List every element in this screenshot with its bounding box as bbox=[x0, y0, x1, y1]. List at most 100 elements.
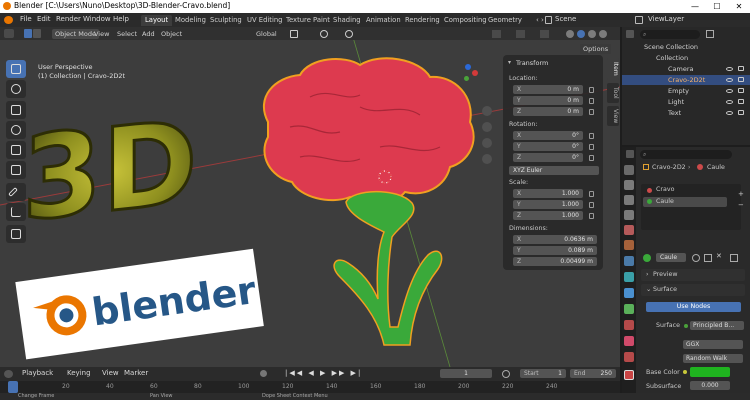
object-mode-dropdown[interactable]: Object Mode bbox=[52, 29, 99, 39]
current-frame-field[interactable]: 1 bbox=[440, 369, 492, 378]
render-props-icon[interactable] bbox=[624, 180, 634, 190]
tool-transform[interactable] bbox=[6, 161, 26, 179]
viewport-menu-view[interactable]: View bbox=[94, 29, 109, 39]
outliner-search-input[interactable]: ⌕ bbox=[640, 30, 700, 39]
minimize-button[interactable]: — bbox=[684, 0, 706, 13]
viewport-menu-object[interactable]: Object bbox=[161, 29, 182, 39]
gizmo-y-icon[interactable] bbox=[464, 76, 469, 81]
lock-icon[interactable] bbox=[589, 155, 594, 161]
tool-annotate[interactable] bbox=[6, 183, 26, 201]
transform-title[interactable]: Transform bbox=[516, 59, 548, 67]
playback-controls-icon[interactable]: |◀◀ ◀ ▶ ▶▶ ▶| bbox=[285, 369, 362, 377]
properties-search-input[interactable]: ⌕ bbox=[640, 150, 732, 159]
material-name-field[interactable]: Caule bbox=[656, 253, 686, 262]
zoom-icon[interactable] bbox=[482, 106, 492, 116]
modifier-props-icon[interactable] bbox=[624, 256, 634, 266]
material-slot-cravo[interactable]: Cravo bbox=[656, 186, 674, 193]
tab-shading[interactable]: Shading bbox=[329, 15, 365, 26]
pivot-icon[interactable] bbox=[290, 30, 298, 38]
gizmo-z-icon[interactable] bbox=[465, 64, 471, 70]
shading-wire-icon[interactable] bbox=[566, 30, 574, 38]
data-props-icon[interactable] bbox=[624, 304, 634, 314]
tab-texture-paint[interactable]: Texture Paint bbox=[282, 15, 334, 26]
eye-icon[interactable] bbox=[726, 111, 733, 115]
outliner-editor-icon[interactable] bbox=[626, 30, 634, 38]
tool-select-box[interactable] bbox=[6, 60, 26, 78]
location-y-field[interactable]: Y0 m bbox=[513, 96, 583, 105]
lock-icon[interactable] bbox=[589, 202, 594, 208]
scale-z-field[interactable]: Z 1.000 bbox=[513, 211, 583, 220]
editor-type-icon[interactable] bbox=[4, 29, 14, 38]
outliner-scene-collection[interactable]: Scene Collection bbox=[622, 42, 750, 52]
distribution-dropdown[interactable]: GGX bbox=[683, 340, 743, 349]
maximize-button[interactable]: ☐ bbox=[706, 0, 728, 13]
constraints-props-icon[interactable] bbox=[624, 352, 634, 362]
scene-props-icon[interactable] bbox=[624, 225, 634, 235]
start-frame-field[interactable]: Start 1 bbox=[520, 369, 566, 378]
subsurface-value-field[interactable]: 0.000 bbox=[690, 381, 730, 390]
link-type-icon[interactable] bbox=[730, 254, 738, 262]
collapse-chevron-icon[interactable]: ▾ bbox=[508, 59, 511, 66]
lock-icon[interactable] bbox=[589, 87, 594, 93]
scale-x-field[interactable]: X 1.000 bbox=[513, 189, 583, 198]
timeline-menu-view[interactable]: View bbox=[102, 369, 119, 377]
transform-orientation-dropdown[interactable]: Global bbox=[256, 29, 277, 39]
fake-user-icon[interactable] bbox=[692, 254, 700, 262]
lock-icon[interactable] bbox=[589, 109, 594, 115]
select-mode-extend-icon[interactable] bbox=[33, 29, 41, 38]
timeline-menu-playback[interactable]: Playback bbox=[22, 369, 53, 377]
timeline-menu-keying[interactable]: Keying bbox=[67, 369, 91, 377]
timeline-menu-marker[interactable]: Marker bbox=[124, 369, 148, 377]
scene-name[interactable]: Scene bbox=[555, 15, 576, 23]
menu-render[interactable]: Render bbox=[56, 15, 81, 23]
shading-rendered-icon[interactable] bbox=[599, 30, 607, 38]
camera-render-icon[interactable] bbox=[738, 110, 744, 115]
lock-icon[interactable] bbox=[589, 213, 594, 219]
rotation-x-field[interactable]: X 0° bbox=[513, 131, 583, 140]
eye-icon[interactable] bbox=[726, 67, 733, 71]
proportional-edit-icon[interactable] bbox=[345, 30, 353, 38]
viewport-menu-add[interactable]: Add bbox=[142, 29, 155, 39]
shading-solid-icon[interactable] bbox=[577, 30, 585, 38]
tool-add-cube[interactable] bbox=[6, 225, 26, 243]
close-button[interactable]: ✕ bbox=[728, 0, 750, 13]
camera-render-icon[interactable] bbox=[738, 99, 744, 104]
options-dropdown[interactable]: Options bbox=[580, 44, 612, 54]
viewport-menu-select[interactable]: Select bbox=[117, 29, 137, 39]
material-slot-caule[interactable]: Caule bbox=[656, 198, 674, 205]
surface-shader-dropdown[interactable]: Principled B... bbox=[690, 321, 744, 330]
gizmo-icon[interactable] bbox=[516, 30, 525, 38]
output-props-icon[interactable] bbox=[624, 195, 634, 205]
rotation-mode-dropdown[interactable]: XYZ Euler bbox=[509, 166, 599, 175]
material-browse-icon[interactable] bbox=[643, 254, 651, 262]
location-x-field[interactable]: X0 m bbox=[513, 85, 583, 94]
pan-hand-icon[interactable] bbox=[482, 122, 492, 132]
timeline-editor-icon[interactable] bbox=[4, 370, 13, 378]
eye-icon[interactable] bbox=[726, 78, 733, 82]
outliner-collection[interactable]: Collection bbox=[622, 53, 750, 63]
npanel-tab-view[interactable]: View bbox=[607, 106, 619, 126]
texture-props-icon[interactable] bbox=[624, 336, 634, 346]
tab-geometry-nodes[interactable]: Geometry Noc bbox=[484, 15, 530, 26]
tab-animation[interactable]: Animation bbox=[362, 15, 405, 26]
record-icon[interactable] bbox=[260, 370, 267, 377]
tool-cursor[interactable] bbox=[6, 80, 26, 98]
dimensions-x-field[interactable]: X 0.0636 m bbox=[513, 235, 597, 244]
tab-rendering[interactable]: Rendering bbox=[401, 15, 444, 26]
preview-range-icon[interactable] bbox=[502, 370, 510, 378]
rotation-z-field[interactable]: Z 0° bbox=[513, 153, 583, 162]
timeline-frame-ruler[interactable]: 20 40 60 80 100 120 140 160 180 200 220 240 bbox=[0, 381, 620, 393]
filter-icon[interactable] bbox=[706, 30, 714, 38]
tool-rotate[interactable] bbox=[6, 121, 26, 139]
subsurface-method-dropdown[interactable]: Random Walk bbox=[683, 354, 743, 363]
lock-icon[interactable] bbox=[589, 98, 594, 104]
camera-view-icon[interactable] bbox=[482, 138, 492, 148]
eye-icon[interactable] bbox=[726, 100, 733, 104]
tool-props-icon[interactable] bbox=[624, 165, 634, 175]
view-layer-name[interactable]: ViewLayer bbox=[648, 15, 684, 23]
end-frame-field[interactable]: End 250 bbox=[570, 369, 616, 378]
material-tab-active-icon[interactable] bbox=[624, 370, 634, 380]
npanel-tab-item[interactable]: Item bbox=[607, 58, 619, 80]
tab-layout[interactable]: Layout bbox=[141, 15, 173, 26]
use-nodes-button[interactable]: Use Nodes bbox=[646, 302, 741, 312]
